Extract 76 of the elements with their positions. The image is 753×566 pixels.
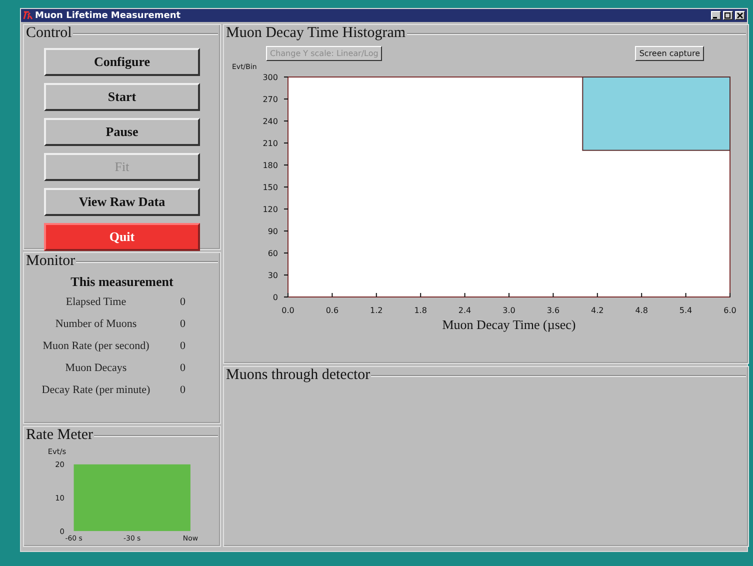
y-tick-label: 120	[262, 205, 278, 214]
stat-label: Decay Rate (per minute)	[40, 384, 152, 396]
x-axis-label: Muon Decay Time (µsec)	[442, 317, 576, 332]
group-title: Muon Decay Time Histogram	[226, 25, 406, 42]
stat-label: Number of Muons	[54, 318, 138, 330]
stat-value: 0	[179, 318, 186, 330]
screen-capture-button[interactable]: Screen capture	[635, 46, 704, 61]
stat-value: 0	[179, 296, 186, 308]
x-tick-label: 4.8	[635, 306, 648, 315]
x-tick: 3.6	[546, 292, 560, 315]
y-tick: 270	[262, 95, 288, 104]
x-tick-label: 6.0	[724, 306, 736, 315]
y-tick-label: 180	[262, 161, 278, 170]
y-tick: 150	[262, 183, 288, 192]
stat-label: Muon Rate (per second)	[42, 340, 150, 352]
stat-value: 0	[179, 340, 186, 352]
x-tick: 4.2	[591, 292, 604, 315]
stat-value: 0	[179, 384, 186, 396]
x-tick-label: 5.4	[679, 306, 692, 315]
app-logo-icon	[23, 11, 33, 20]
x-tick-label: 2.4	[458, 306, 472, 315]
group-title: Rate Meter	[26, 427, 94, 444]
monitor-heading: This measurement	[70, 274, 174, 290]
action-button[interactable]: View Raw Data	[44, 188, 200, 216]
x-tick-label: 1.8	[414, 306, 427, 315]
close-icon	[736, 12, 744, 19]
y-tick-label: 0	[60, 526, 65, 536]
y-tick-label: 210	[262, 139, 278, 148]
x-tick: 3.0	[502, 292, 516, 315]
y-tick-label: 30	[268, 271, 278, 280]
y-tick: 120	[262, 205, 288, 214]
stat-value: 0	[179, 362, 186, 374]
group-title: Muons through detector	[226, 367, 370, 384]
y-axis-label: Evt/s	[48, 447, 66, 456]
y-tick: 300	[262, 73, 288, 82]
action-button[interactable]: Start	[44, 83, 200, 111]
x-tick-label: 1.2	[370, 306, 383, 315]
y-tick: 210	[262, 139, 288, 148]
y-tick: 240	[262, 117, 288, 126]
x-tick: 0.6	[326, 292, 339, 315]
x-tick-label: 0.6	[326, 306, 339, 315]
close-button[interactable]	[735, 11, 745, 20]
x-tick-label: 0.0	[282, 306, 294, 315]
window-title: Muon Lifetime Measurement	[35, 10, 182, 20]
y-tick-label: 60	[268, 249, 278, 258]
x-tick: 5.4	[679, 292, 692, 315]
minimize-button[interactable]	[711, 11, 721, 20]
x-tick: 1.8	[414, 292, 427, 315]
group-title: Control	[26, 25, 72, 42]
y-tick: 60	[268, 249, 288, 258]
x-tick-label: 3.0	[502, 306, 516, 315]
x-tick: 4.8	[635, 292, 648, 315]
maximize-button[interactable]	[723, 11, 733, 20]
y-tick-label: 90	[268, 227, 278, 236]
y-tick: 90	[268, 227, 288, 236]
action-button[interactable]: Configure	[44, 48, 200, 76]
y-tick: 180	[262, 161, 288, 170]
y-tick-label: 20	[55, 460, 65, 470]
x-tick-label: 3.6	[546, 306, 560, 315]
group-title: Monitor	[26, 253, 76, 270]
y-tick-label: 10	[55, 493, 65, 502]
action-button[interactable]: Pause	[44, 118, 200, 146]
x-tick-label: 4.2	[591, 306, 604, 315]
y-tick-label: 300	[262, 73, 278, 82]
x-tick: 6.0	[724, 292, 736, 315]
action-button[interactable]: Quit	[44, 223, 200, 251]
stat-label: Muon Decays	[64, 362, 128, 374]
y-tick-label: 240	[262, 117, 278, 126]
y-tick: 30	[268, 271, 288, 280]
maximize-icon	[724, 12, 732, 19]
x-tick: 2.4	[458, 292, 472, 315]
y-tick-label: 270	[262, 95, 278, 104]
stat-label: Elapsed Time	[64, 296, 128, 308]
y-tick-label: 0	[272, 293, 278, 302]
x-tick: 1.2	[370, 292, 383, 315]
y-tick-label: 150	[262, 183, 278, 192]
